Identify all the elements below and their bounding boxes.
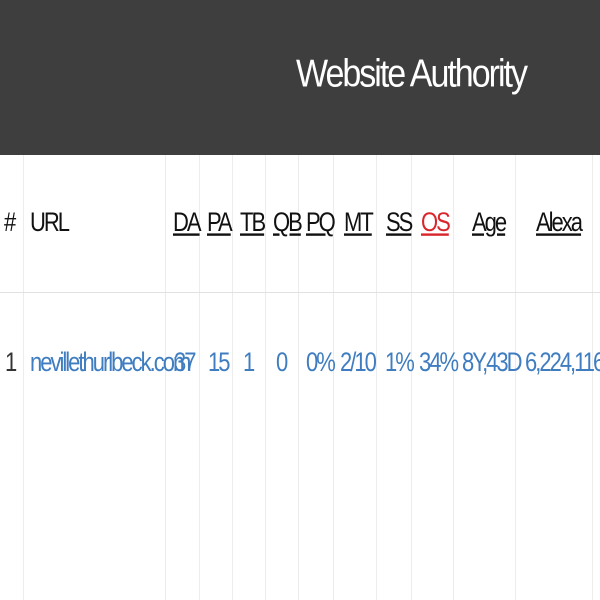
column-header-qb[interactable]: QB xyxy=(273,207,303,238)
column-divider xyxy=(232,155,233,600)
row-number: 1 xyxy=(5,347,17,377)
column-header-pq[interactable]: PQ xyxy=(306,207,336,238)
column-divider xyxy=(376,155,377,600)
url-link[interactable]: nevillethurlbeck.com xyxy=(30,347,191,378)
column-divider xyxy=(265,155,266,600)
pa-value: 15 xyxy=(208,347,231,377)
column-header-pa[interactable]: PA xyxy=(207,207,233,238)
tb-value: 1 xyxy=(243,347,255,377)
os-value: 34% xyxy=(419,347,459,377)
column-header-da[interactable]: DA xyxy=(173,207,202,238)
qb-value: 0 xyxy=(276,347,288,377)
column-header-os[interactable]: OS xyxy=(421,207,451,238)
age-value: 8Y,43D xyxy=(462,347,523,377)
column-header-url: URL xyxy=(30,207,70,237)
column-divider xyxy=(23,155,24,600)
da-value: 37 xyxy=(174,347,197,377)
column-header-age[interactable]: Age xyxy=(472,207,507,238)
column-header-ss[interactable]: SS xyxy=(386,207,413,238)
mt-value: 2/10 xyxy=(340,347,377,377)
pq-value: 0% xyxy=(306,347,336,377)
row-divider xyxy=(0,292,600,293)
ss-value: 1% xyxy=(385,347,415,377)
column-header-tb[interactable]: TB xyxy=(240,207,266,238)
page-title: Website Authority xyxy=(296,52,528,96)
column-header-mt[interactable]: MT xyxy=(344,207,374,238)
column-header-number: # xyxy=(4,207,16,237)
column-header-alexa[interactable]: Alexa xyxy=(536,207,583,238)
alexa-value: 6,224,116 xyxy=(525,347,600,377)
authority-table: # URL DA PA TB QB PQ MT SS OS Age Alexa … xyxy=(0,155,600,600)
header-bar: Website Authority xyxy=(0,0,600,155)
